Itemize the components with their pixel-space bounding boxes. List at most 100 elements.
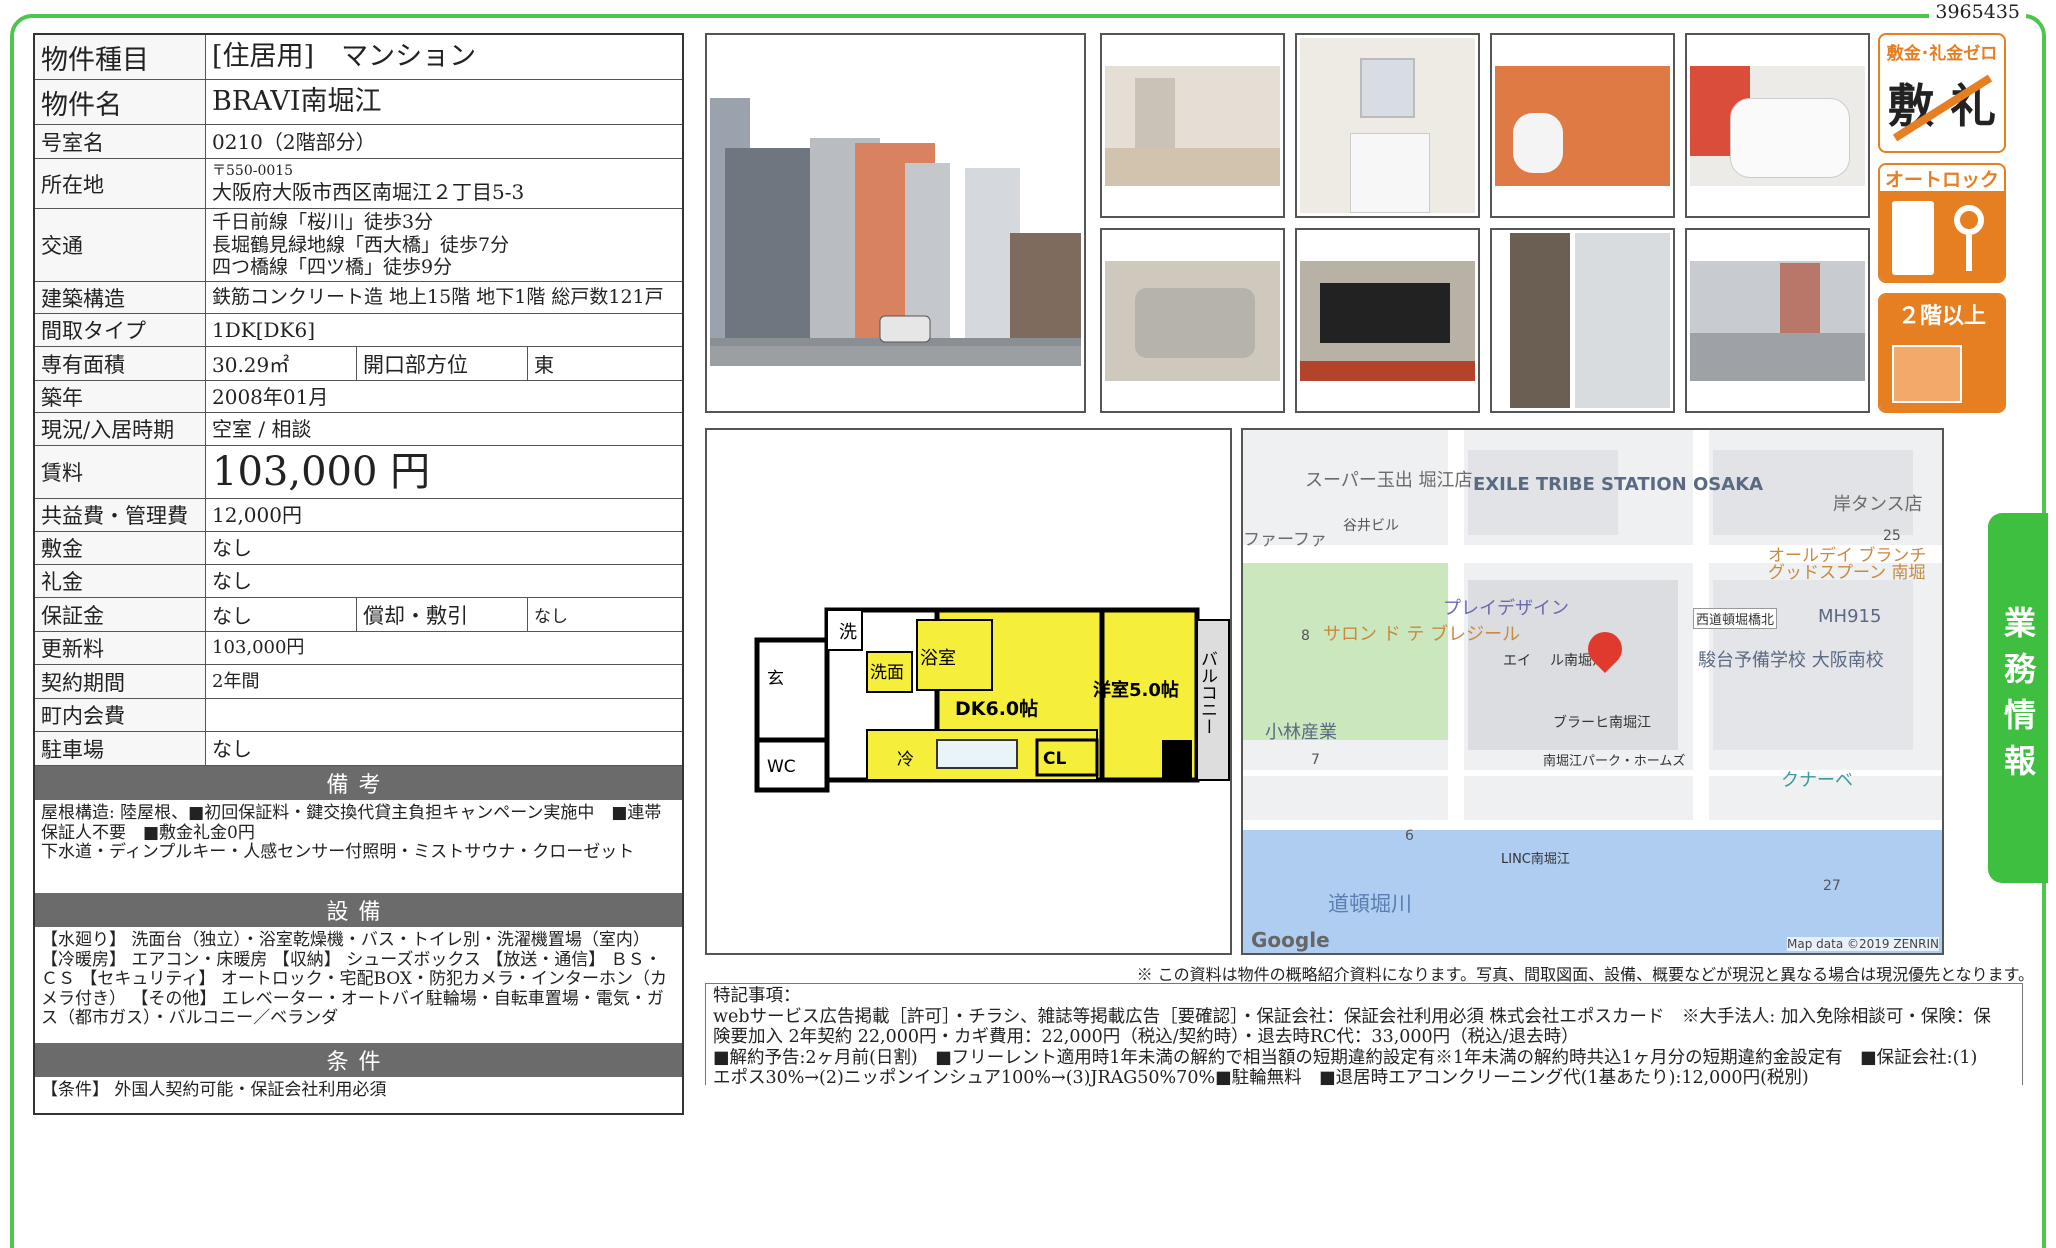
value-deposit: なし	[212, 536, 252, 560]
value-rent: 103,000 円	[212, 449, 431, 495]
label-direction: 開口部方位	[357, 347, 528, 380]
interior-room-photo	[1100, 33, 1285, 218]
map-label: オールデイ ブランチ グッドスプーン 南堀	[1768, 546, 1927, 583]
autolock-icon	[1880, 191, 2004, 281]
map-label: 西道頓堀橋北	[1693, 608, 1778, 629]
map-label: 道頓堀川	[1328, 892, 1412, 916]
room-label: WC	[767, 757, 796, 777]
row-address: 所在地 〒550-0015 大阪府大阪市西区南堀江２丁目5-3	[35, 159, 682, 209]
no-deposit-badge: 敷金･礼金ゼロ 敷 礼	[1878, 33, 2006, 153]
special-notes-line: ■解約予告:2ヶ月前(日割) ■フリーレント適用時1年未満の解約で相当額の短期違…	[713, 1047, 1978, 1068]
map-label: ブラーヒ南堀江	[1553, 715, 1651, 731]
room-label: CL	[1043, 749, 1066, 769]
row-structure: 建築構造 鉄筋コンクリート造 地上15階 地下1階 総戸数121戸	[35, 282, 682, 314]
row-fee: 共益費・管理費 12,000円	[35, 499, 682, 532]
remarks-header: 備考	[35, 766, 682, 800]
value-built: 2008年01月	[212, 384, 329, 409]
value-term: 2年間	[212, 670, 260, 692]
map-label: スーパー玉出 堀江店	[1305, 470, 1473, 491]
disclaimer-note: ※ この資料は物件の概略紹介資料になります。写真、間取図面、設備、概要などが現況…	[1136, 965, 2034, 984]
map-label: クナーベ	[1781, 770, 1853, 791]
row-access: 交通 千日前線「桜川」徒歩3分 長堀鶴見緑地線「西大橋」徒歩7分 四つ橋線「四ツ…	[35, 209, 682, 282]
access-line: 長堀鶴見緑地線「西大橋」徒歩7分	[212, 233, 510, 256]
value-fee: 12,000円	[212, 503, 302, 527]
map-label: 谷井ビル	[1343, 518, 1399, 534]
building-icon	[1892, 345, 1962, 403]
value-name: BRAVI南堀江	[212, 85, 382, 117]
map-copyright: Map data ©2019 ZENRIN	[1787, 937, 1939, 951]
view-photo	[1685, 228, 1870, 413]
location-map[interactable]: スーパー玉出 堀江店 EXILE TRIBE STATION OSAKA 岸タン…	[1241, 428, 1944, 955]
map-label: 8	[1301, 628, 1310, 644]
map-label: 7	[1311, 752, 1320, 768]
room-label: 洗面	[870, 663, 904, 683]
row-rent: 賃料 103,000 円	[35, 446, 682, 499]
access-line: 千日前線「桜川」徒歩3分	[212, 210, 434, 233]
row-community-fee: 町内会費	[35, 699, 682, 732]
room-label: 洋室5.0帖	[1093, 679, 1179, 701]
room-label: 洗	[839, 622, 857, 643]
value-address: 〒550-0015 大阪府大阪市西区南堀江２丁目5-3	[206, 159, 682, 208]
row-type: 物件種目 [住居用] マンション	[35, 35, 682, 80]
row-status: 現況/入居時期 空室 / 相談	[35, 413, 682, 446]
business-info-tab[interactable]: 業務情報	[1988, 513, 2048, 883]
remarks-body: 屋根構造: 陸屋根、■初回保証料・鍵交換代貸主負担キャンペーン実施中 ■連帯保証…	[41, 803, 662, 863]
label-structure: 建築構造	[35, 282, 206, 313]
label-fee: 共益費・管理費	[35, 499, 206, 531]
balcony-photo	[1490, 228, 1675, 413]
label-address: 所在地	[35, 159, 206, 208]
value-renewal: 103,000円	[212, 637, 305, 659]
value-structure: 鉄筋コンクリート造 地上15階 地下1階 総戸数121戸	[212, 286, 664, 309]
row-built: 築年 2008年01月	[35, 381, 682, 413]
property-table: 物件種目 [住居用] マンション 物件名 BRAVI南堀江 号室名 0210（2…	[33, 33, 684, 1115]
row-name: 物件名 BRAVI南堀江	[35, 80, 682, 125]
special-notes-line: 険要加入 2年契約 22,000円・カギ費用：22,000円（税込/契約時）・退…	[713, 1027, 1579, 1047]
washbasin-photo	[1295, 33, 1480, 218]
map-label: プレイデザイン	[1443, 598, 1569, 619]
value-area: 30.29㎡	[206, 347, 357, 380]
room-label: DK6.0帖	[955, 697, 1038, 720]
label-built: 築年	[35, 381, 206, 412]
label-layout: 間取タイプ	[35, 314, 206, 346]
row-keymoney: 礼金 なし	[35, 565, 682, 598]
equipment-header: 設備	[35, 893, 682, 927]
google-logo: Google	[1251, 928, 1330, 952]
row-deposit: 敷金 なし	[35, 532, 682, 565]
row-renewal: 更新料 103,000円	[35, 632, 682, 665]
map-label: 岸タンス店	[1833, 494, 1923, 515]
value-parking: なし	[212, 736, 252, 761]
room-label: 玄	[767, 669, 784, 689]
room-label: 冷	[897, 750, 914, 770]
map-label: エイ	[1503, 653, 1531, 669]
second-floor-badge: ２階以上	[1878, 293, 2006, 413]
label-parking: 駐車場	[35, 732, 206, 765]
value-layout: 1DK[DK6]	[212, 318, 316, 342]
autolock-badge: オートロック	[1878, 163, 2006, 283]
zip-code: 〒550-0015	[212, 163, 294, 180]
label-access: 交通	[35, 209, 206, 281]
access-line: 四つ橋線「四ツ橋」徒歩9分	[212, 256, 453, 279]
special-notes: 特記事項： webサービス広告掲載［許可］・チラシ、雑誌等掲載広告［要確認］・保…	[705, 983, 2023, 1088]
value-guarantee: なし	[206, 598, 357, 631]
label-term: 契約期間	[35, 665, 206, 698]
row-guarantee: 保証金 なし 償却・敷引 なし	[35, 598, 682, 632]
label-type: 物件種目	[35, 35, 206, 79]
special-notes-line: エポス30%→(2)ニッポンインシュア100%→(3)JRAG50%70%■駐輪…	[713, 1068, 1809, 1088]
side-tab-label: 業務情報	[1999, 606, 2037, 790]
map-label: 6	[1405, 828, 1414, 844]
conditions-header: 条件	[35, 1043, 682, 1077]
row-room: 号室名 0210（2階部分）	[35, 125, 682, 159]
address-text: 大阪府大阪市西区南堀江２丁目5-3	[212, 179, 525, 204]
label-guarantee: 保証金	[35, 598, 206, 631]
special-notes-line: webサービス広告掲載［許可］・チラシ、雑誌等掲載広告［要確認］・保証会社：保証…	[713, 1006, 1991, 1027]
map-label: LINC南堀江	[1501, 852, 1570, 867]
label-community-fee: 町内会費	[35, 699, 206, 731]
cooktop-photo	[1295, 228, 1480, 413]
row-area: 専有面積 30.29㎡ 開口部方位 東	[35, 347, 682, 381]
value-keymoney: なし	[212, 569, 252, 593]
document-number: 3965435	[1929, 1, 2026, 23]
label-name: 物件名	[35, 80, 206, 124]
badge-title: ２階以上	[1897, 304, 1986, 329]
equipment-body: 【水廻り】 洗面台（独立）・浴室乾燥機・バス・トイレ別・洗濯機置場（室内） 【冷…	[41, 930, 667, 1029]
badge-title: オートロック	[1884, 169, 1999, 191]
